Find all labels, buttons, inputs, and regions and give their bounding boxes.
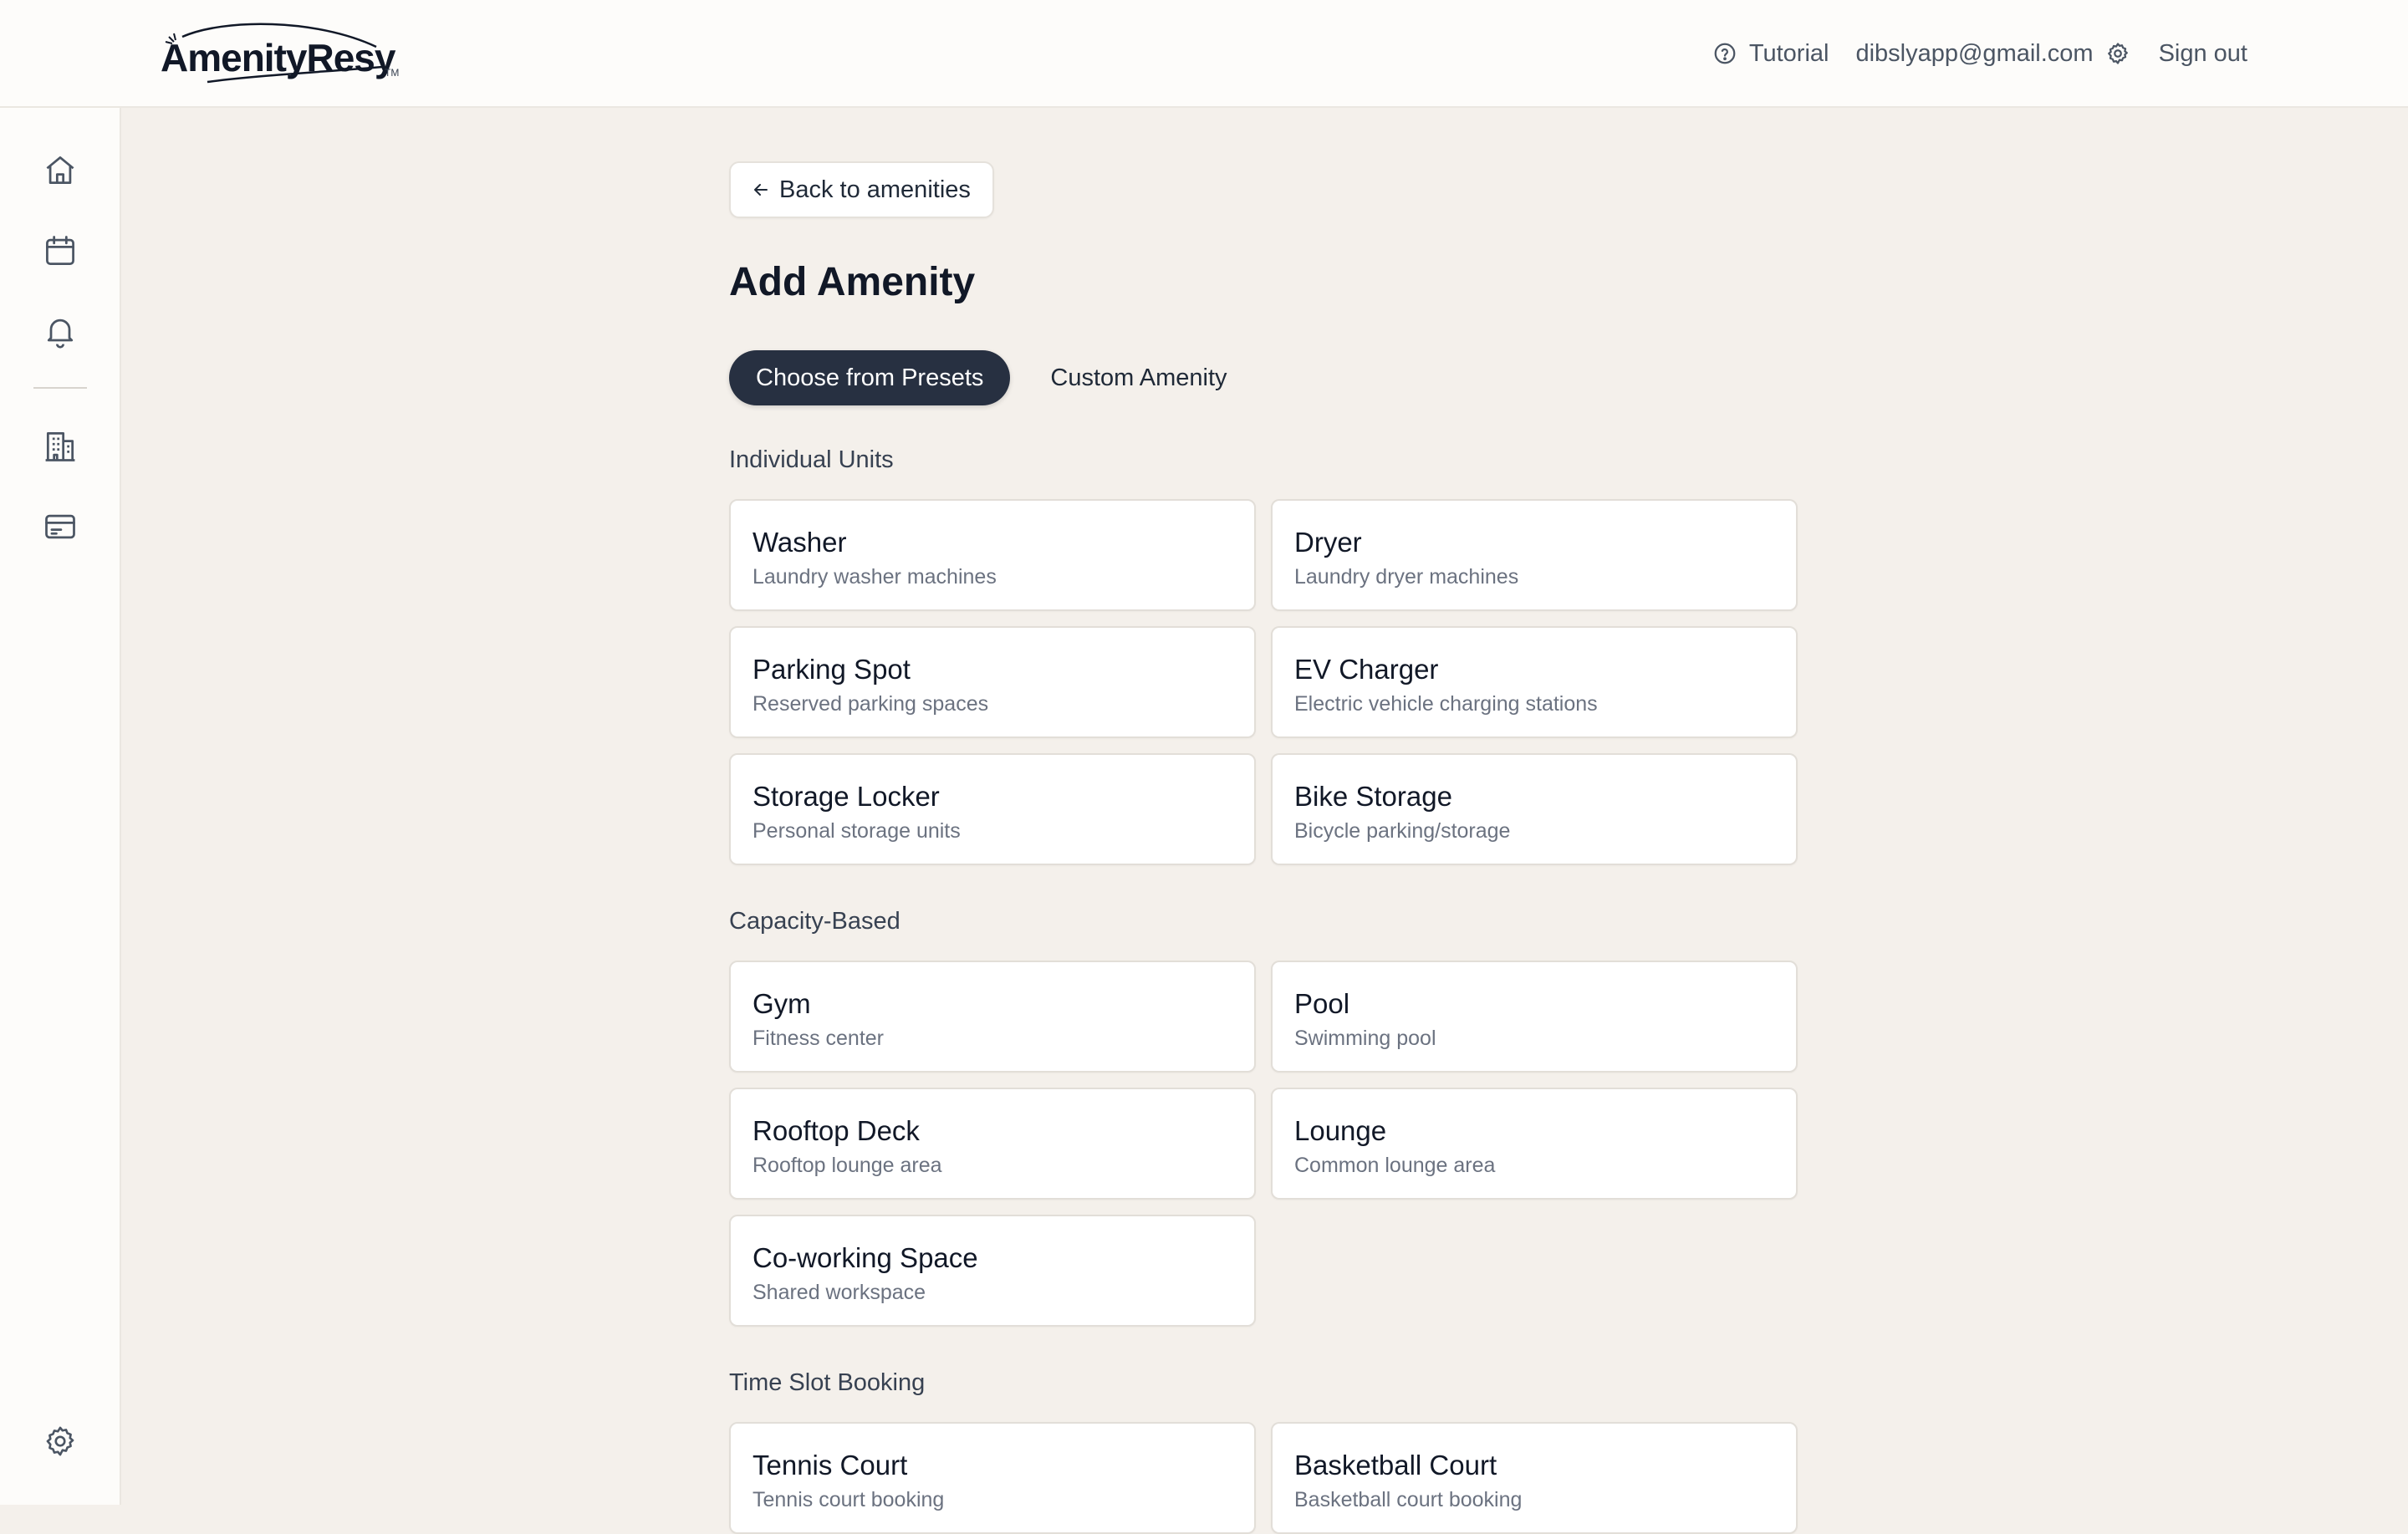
card-description: Tennis court booking [752,1488,945,1511]
preset-card-storage-locker[interactable]: Storage Locker Personal storage units [729,753,1256,865]
card-title: Co-working Space [752,1242,978,1273]
card-title: Storage Locker [752,781,940,812]
preset-card-dryer[interactable]: Dryer Laundry dryer machines [1271,499,1798,611]
card-description: Laundry dryer machines [1294,565,1519,589]
card-title: EV Charger [1294,654,1439,685]
card-description: Rooftop lounge area [752,1154,942,1177]
header-actions: Tutorial dibslyapp@gmail.com Sign out [1712,30,2247,77]
card-description: Common lounge area [1294,1154,1496,1177]
logo-trademark: TM [385,67,400,79]
section-title-capacity-based: Capacity-Based [729,908,900,935]
sidebar-item-calendar[interactable] [35,226,85,276]
gear-icon [43,1424,78,1459]
sidebar-item-settings[interactable] [35,1416,85,1466]
preset-card-basketball-court[interactable]: Basketball Court Basketball court bookin… [1271,1422,1798,1534]
card-title: Tennis Court [752,1450,908,1480]
building-icon [42,428,79,465]
card-description: Swimming pool [1294,1027,1436,1050]
sidebar-item-notifications[interactable] [35,306,85,356]
card-title: Parking Spot [752,654,911,685]
gear-icon[interactable] [2105,41,2130,66]
preset-card-gym[interactable]: Gym Fitness center [729,961,1256,1073]
preset-card-washer[interactable]: Washer Laundry washer machines [729,499,1256,611]
sidebar-divider [33,387,87,389]
card-description: Shared workspace [752,1281,926,1304]
card-title: Bike Storage [1294,781,1452,812]
sign-out-link[interactable]: Sign out [2159,40,2247,68]
card-title: Washer [752,527,847,558]
tab-choose-from-presets[interactable]: Choose from Presets [729,350,1011,405]
calendar-icon [42,232,79,269]
card-title: Rooftop Deck [752,1115,920,1146]
card-description: Reserved parking spaces [752,692,989,716]
preset-card-pool[interactable]: Pool Swimming pool [1271,961,1798,1073]
back-to-amenities-button[interactable]: Back to amenities [729,161,994,218]
tab-custom-amenity[interactable]: Custom Amenity [1010,350,1267,405]
arrow-left-icon [751,180,771,200]
back-button-label: Back to amenities [779,176,971,203]
home-icon [42,152,79,189]
help-circle-icon [1712,41,1737,66]
preset-card-parking-spot[interactable]: Parking Spot Reserved parking spaces [729,626,1256,738]
sidebar [0,108,121,1505]
preset-card-lounge[interactable]: Lounge Common lounge area [1271,1088,1798,1200]
sidebar-item-home[interactable] [35,145,85,196]
preset-card-ev-charger[interactable]: EV Charger Electric vehicle charging sta… [1271,626,1798,738]
preset-card-co-working-space[interactable]: Co-working Space Shared workspace [729,1215,1256,1327]
preset-card-tennis-court[interactable]: Tennis Court Tennis court booking [729,1422,1256,1534]
logo[interactable]: AmenityResy TM [157,17,400,89]
card-title: Lounge [1294,1115,1387,1146]
card-description: Bicycle parking/storage [1294,819,1511,843]
bell-icon [42,313,79,349]
page-title: Add Amenity [729,260,976,304]
preset-card-bike-storage[interactable]: Bike Storage Bicycle parking/storage [1271,753,1798,865]
section-title-individual-units: Individual Units [729,446,894,473]
amenity-mode-tabs: Choose from Presets Custom Amenity [729,350,1268,405]
tutorial-label: Tutorial [1748,39,1829,67]
card-title: Gym [752,988,811,1019]
logo-text: AmenityResy [161,36,395,79]
section-title-time-slot-booking: Time Slot Booking [729,1369,926,1396]
card-title: Basketball Court [1294,1450,1497,1480]
card-description: Personal storage units [752,819,961,843]
preset-card-rooftop-deck[interactable]: Rooftop Deck Rooftop lounge area [729,1088,1256,1200]
user-email: dibslyapp@gmail.com [1855,39,2094,67]
credit-card-icon [42,508,79,545]
card-description: Fitness center [752,1027,885,1050]
tutorial-link[interactable]: Tutorial [1712,40,1829,68]
sidebar-item-billing[interactable] [35,502,85,552]
card-title: Pool [1294,988,1350,1019]
card-title: Dryer [1294,527,1362,558]
sidebar-item-buildings[interactable] [35,421,85,471]
card-description: Laundry washer machines [752,565,997,589]
card-description: Electric vehicle charging stations [1294,692,1598,716]
card-description: Basketball court booking [1294,1488,1523,1511]
top-header: AmenityResy TM Tutorial dibslyapp@gmail.… [0,0,2408,108]
